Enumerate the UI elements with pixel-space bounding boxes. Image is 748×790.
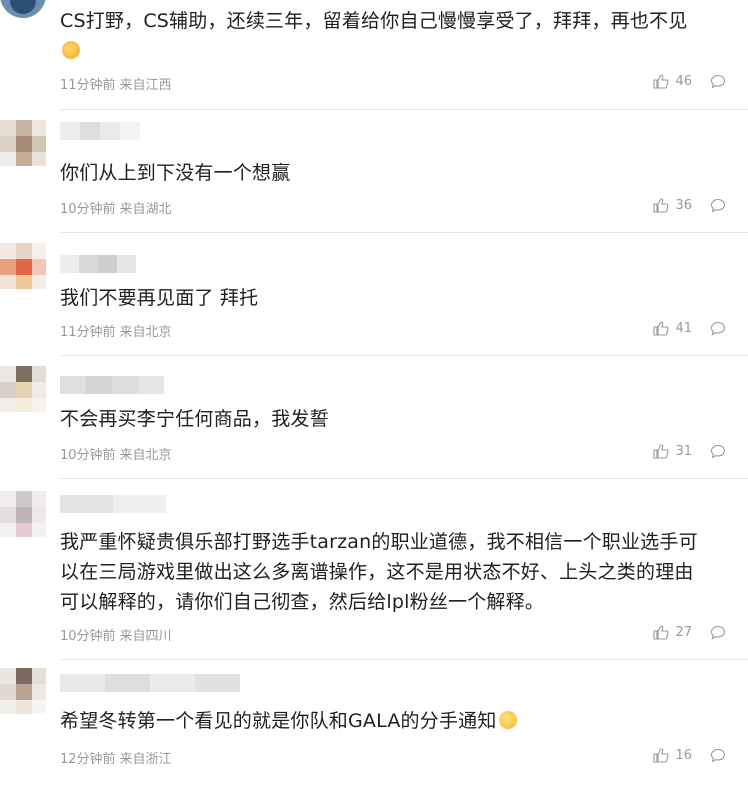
comment-text: 我们不要再见面了 拜托 (60, 287, 259, 309)
divider (60, 109, 748, 110)
comment-list: CS打野，CS辅助，还续三年，留着给你自己慢慢享受了，拜拜，再也不见 11分钟前… (0, 0, 748, 790)
comment-time: 11分钟前 (60, 325, 116, 340)
thumbs-up-icon (653, 321, 669, 336)
smile-icon (498, 711, 517, 729)
divider (60, 355, 748, 356)
comment-bubble-icon (710, 198, 726, 213)
like-count: 46 (675, 74, 692, 89)
like-count: 31 (675, 444, 692, 459)
avatar[interactable] (0, 0, 46, 18)
like-button[interactable]: 41 (653, 321, 692, 336)
like-count: 16 (675, 748, 692, 763)
thumbs-up-icon (653, 198, 669, 213)
comment-location: 来自四川 (119, 629, 172, 644)
avatar[interactable] (0, 491, 46, 537)
username-blurred[interactable] (60, 495, 166, 513)
comment-meta: 11分钟前 来自江西 (60, 74, 176, 93)
comment-time: 11分钟前 (60, 78, 116, 93)
comment-location: 来自北京 (119, 448, 172, 463)
like-button[interactable]: 36 (653, 198, 692, 213)
comment-meta: 11分钟前 来自北京 (60, 321, 176, 340)
like-count: 27 (675, 625, 692, 640)
divider (60, 232, 748, 233)
like-count: 36 (675, 198, 692, 213)
comment-time: 12分钟前 (60, 752, 116, 767)
comment-bubble-icon (710, 321, 726, 336)
comment-meta: 12分钟前 来自浙江 (60, 748, 176, 767)
comment-text: 不会再买李宁任何商品，我发誓 (60, 408, 329, 430)
comment-location: 来自北京 (119, 325, 172, 340)
avatar[interactable] (0, 668, 46, 714)
comment-time: 10分钟前 (60, 629, 116, 644)
reply-button[interactable] (710, 748, 726, 767)
comment-meta: 10分钟前 来自北京 (60, 444, 176, 463)
thumbs-up-icon (653, 444, 669, 459)
avatar[interactable] (0, 243, 46, 289)
avatar[interactable] (0, 120, 46, 166)
divider (60, 478, 748, 479)
username-blurred[interactable] (60, 674, 240, 692)
comment-text: 我严重怀疑贵俱乐部打野选手tarzan的职业道德，我不相信一个职业选手可 以在三局… (60, 531, 698, 613)
reply-button[interactable] (710, 74, 726, 93)
thumbs-up-icon (653, 748, 669, 763)
thumbs-up-icon (653, 625, 669, 640)
comment-bubble-icon (710, 625, 726, 640)
comment-text: CS打野，CS辅助，还续三年，留着给你自己慢慢享受了，拜拜，再也不见 (60, 6, 730, 66)
comment-time: 10分钟前 (60, 202, 116, 217)
reply-button[interactable] (710, 444, 726, 463)
comment-text: 希望冬转第一个看见的就是你队和GALA的分手通知 (60, 706, 730, 736)
comment-bubble-icon (710, 74, 726, 89)
reply-button[interactable] (710, 198, 726, 217)
comment-location: 来自湖北 (119, 202, 172, 217)
comment-bubble-icon (710, 444, 726, 459)
like-button[interactable]: 27 (653, 625, 692, 640)
like-count: 41 (675, 321, 692, 336)
like-button[interactable]: 46 (653, 74, 692, 89)
comment-time: 10分钟前 (60, 448, 116, 463)
reply-button[interactable] (710, 321, 726, 340)
username-blurred[interactable] (60, 376, 164, 394)
comment-text: 你们从上到下没有一个想赢 (60, 162, 291, 184)
face-icon (62, 41, 80, 59)
comment-meta: 10分钟前 来自湖北 (60, 198, 176, 217)
like-button[interactable]: 31 (653, 444, 692, 459)
avatar[interactable] (0, 366, 46, 412)
divider (60, 659, 748, 660)
comment-location: 来自浙江 (119, 752, 172, 767)
username-blurred[interactable] (60, 122, 140, 140)
comment-location: 来自江西 (119, 78, 172, 93)
comment-meta: 10分钟前 来自四川 (60, 625, 176, 644)
reply-button[interactable] (710, 625, 726, 644)
like-button[interactable]: 16 (653, 748, 692, 763)
comment-bubble-icon (710, 748, 726, 763)
thumbs-up-icon (653, 74, 669, 89)
username-blurred[interactable] (60, 255, 136, 273)
